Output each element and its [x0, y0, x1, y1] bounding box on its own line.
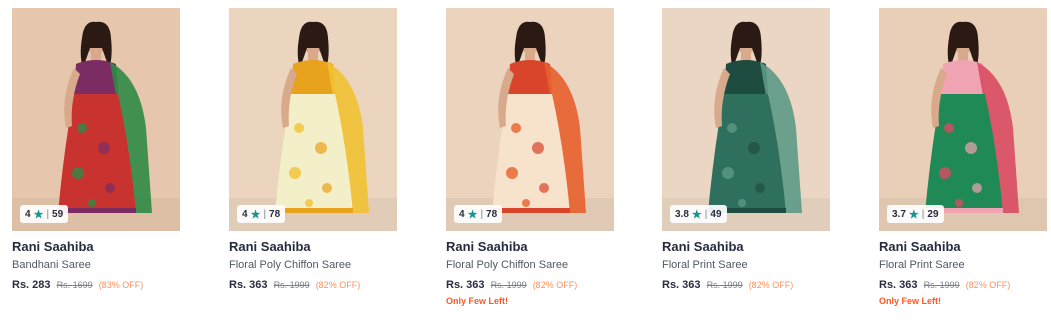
- discount-label: (82% OFF): [532, 280, 578, 290]
- product-name[interactable]: Floral Print Saree: [662, 259, 830, 271]
- rating-separator: |: [704, 208, 708, 220]
- product-brand[interactable]: Rani Saahiba: [229, 239, 397, 254]
- product-price: Rs. 283: [12, 279, 51, 291]
- product-mrp: Rs. 1999: [923, 280, 960, 290]
- star-icon: ★: [33, 208, 44, 221]
- price-row: Rs. 363 Rs. 1999 (82% OFF): [879, 279, 1047, 291]
- product-card[interactable]: 3.7 ★ | 29 Rani Saahiba Floral Print Sar…: [879, 8, 1047, 306]
- product-name[interactable]: Floral Print Saree: [879, 259, 1047, 271]
- discount-label: (82% OFF): [315, 280, 361, 290]
- rating-separator: |: [480, 208, 484, 220]
- product-price: Rs. 363: [446, 279, 485, 291]
- rating-badge: 3.7 ★ | 29: [887, 205, 944, 223]
- rating-separator: |: [46, 208, 50, 220]
- product-brand[interactable]: Rani Saahiba: [662, 239, 830, 254]
- rating-separator: |: [921, 208, 925, 220]
- price-row: Rs. 363 Rs. 1999 (82% OFF): [229, 279, 397, 291]
- star-icon: ★: [691, 208, 702, 221]
- stock-warning: Only Few Left!: [446, 296, 509, 306]
- product-brand[interactable]: Rani Saahiba: [446, 239, 614, 254]
- product-name[interactable]: Bandhani Saree: [12, 259, 180, 271]
- rating-count: 78: [486, 208, 498, 220]
- star-icon: ★: [908, 208, 919, 221]
- rating-value: 4: [242, 208, 248, 220]
- discount-label: (83% OFF): [98, 280, 144, 290]
- product-name[interactable]: Floral Poly Chiffon Saree: [229, 259, 397, 271]
- rating-value: 3.8: [675, 208, 689, 220]
- product-image[interactable]: 4 ★ | 59: [12, 8, 180, 231]
- rating-badge: 4 ★ | 59: [20, 205, 69, 223]
- rating-value: 3.7: [892, 208, 906, 220]
- product-card[interactable]: 4 ★ | 78 Rani Saahiba Floral Poly Chiffo…: [446, 8, 614, 306]
- product-image[interactable]: 4 ★ | 78: [229, 8, 397, 231]
- saree-model-illustration: [229, 8, 397, 231]
- product-price: Rs. 363: [879, 279, 918, 291]
- rating-count: 78: [269, 208, 281, 220]
- product-mrp: Rs. 1999: [706, 280, 743, 290]
- product-name[interactable]: Floral Poly Chiffon Saree: [446, 259, 614, 271]
- product-image[interactable]: 3.7 ★ | 29: [879, 8, 1047, 231]
- rating-count: 49: [710, 208, 722, 220]
- star-icon: ★: [250, 208, 261, 221]
- product-brand[interactable]: Rani Saahiba: [879, 239, 1047, 254]
- product-brand[interactable]: Rani Saahiba: [12, 239, 180, 254]
- stock-warning: Only Few Left!: [879, 296, 942, 306]
- rating-badge: 4 ★ | 78: [237, 205, 286, 223]
- product-card[interactable]: 3.8 ★ | 49 Rani Saahiba Floral Print Sar…: [662, 8, 830, 291]
- product-price: Rs. 363: [662, 279, 701, 291]
- product-grid: 4 ★ | 59 Rani Saahiba Bandhani Saree Rs.…: [0, 0, 1051, 327]
- product-image[interactable]: 4 ★ | 78: [446, 8, 614, 231]
- product-mrp: Rs. 1699: [56, 280, 93, 290]
- price-row: Rs. 363 Rs. 1999 (82% OFF): [662, 279, 830, 291]
- saree-model-illustration: [879, 8, 1047, 231]
- rating-value: 4: [459, 208, 465, 220]
- product-card[interactable]: 4 ★ | 78 Rani Saahiba Floral Poly Chiffo…: [229, 8, 397, 291]
- saree-model-illustration: [12, 8, 180, 231]
- rating-value: 4: [25, 208, 31, 220]
- product-image[interactable]: 3.8 ★ | 49: [662, 8, 830, 231]
- discount-label: (82% OFF): [965, 280, 1011, 290]
- price-row: Rs. 363 Rs. 1999 (82% OFF): [446, 279, 614, 291]
- star-icon: ★: [467, 208, 478, 221]
- rating-count: 59: [52, 208, 64, 220]
- rating-separator: |: [263, 208, 267, 220]
- product-mrp: Rs. 1999: [273, 280, 310, 290]
- saree-model-illustration: [446, 8, 614, 231]
- price-row: Rs. 283 Rs. 1699 (83% OFF): [12, 279, 180, 291]
- rating-count: 29: [927, 208, 939, 220]
- rating-badge: 3.8 ★ | 49: [670, 205, 727, 223]
- saree-model-illustration: [662, 8, 830, 231]
- discount-label: (82% OFF): [748, 280, 794, 290]
- product-mrp: Rs. 1999: [490, 280, 527, 290]
- rating-badge: 4 ★ | 78: [454, 205, 503, 223]
- product-price: Rs. 363: [229, 279, 268, 291]
- product-card[interactable]: 4 ★ | 59 Rani Saahiba Bandhani Saree Rs.…: [12, 8, 180, 291]
